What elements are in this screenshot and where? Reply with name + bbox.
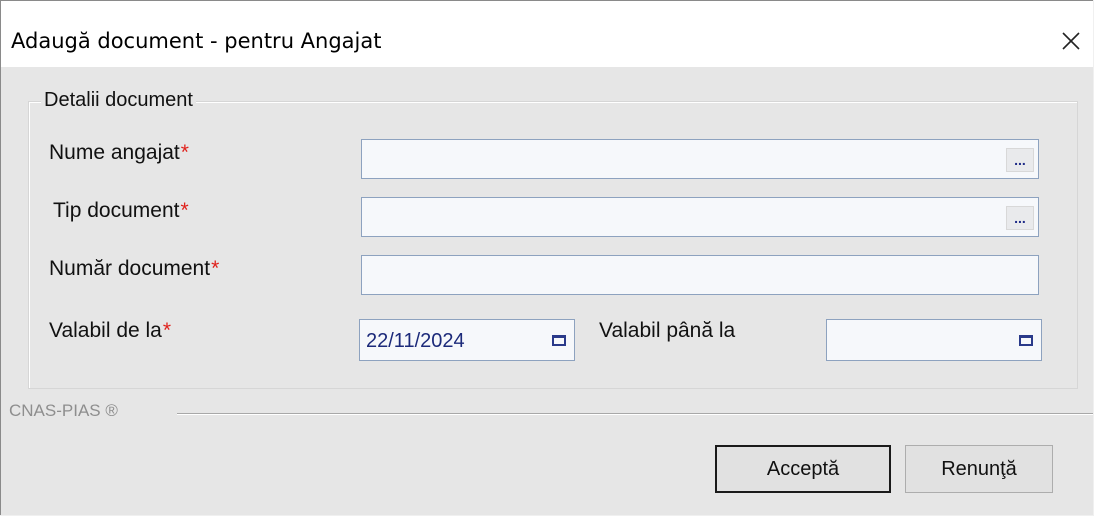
required-marker: * (162, 319, 172, 342)
footer-divider (177, 413, 1093, 414)
calendar-icon[interactable] (1017, 332, 1033, 346)
employee-lookup-button[interactable]: ... (1006, 148, 1034, 172)
calendar-icon[interactable] (550, 332, 566, 346)
window-title: Adaugă document - pentru Angajat (11, 29, 382, 53)
groupbox-legend: Detalii document (41, 89, 196, 112)
document-type-label: Tip document* (53, 199, 189, 223)
document-number-label: Număr document* (49, 257, 219, 281)
valid-from-value: 22/11/2024 (366, 330, 465, 352)
ellipsis-icon: ... (1014, 210, 1026, 226)
valid-until-date-field[interactable] (826, 319, 1042, 361)
required-marker: * (211, 257, 220, 280)
document-type-lookup-button[interactable]: ... (1006, 206, 1034, 230)
valid-from-label: Valabil de la* (49, 319, 171, 343)
document-type-field[interactable]: ... (361, 197, 1039, 237)
document-type-label-text: Tip document (53, 199, 180, 222)
employee-name-field[interactable]: ... (361, 139, 1039, 179)
required-marker: * (180, 141, 189, 164)
valid-from-label-text: Valabil de la (49, 319, 162, 342)
document-number-label-text: Număr document (49, 257, 211, 280)
brand-label: CNAS-PIAS ® (9, 401, 118, 420)
valid-from-date-field[interactable]: 22/11/2024 (359, 319, 575, 361)
ellipsis-icon: ... (1014, 152, 1026, 168)
employee-name-label-text: Nume angajat (49, 141, 180, 164)
dialog-window: Adaugă document - pentru Angajat Detalii… (0, 0, 1093, 515)
required-marker: * (180, 199, 189, 222)
title-bar: Adaugă document - pentru Angajat (1, 1, 1093, 67)
accept-button[interactable]: Acceptă (715, 445, 891, 493)
document-number-field[interactable] (361, 255, 1039, 295)
close-button[interactable] (1049, 21, 1093, 61)
employee-name-label: Nume angajat* (49, 141, 189, 165)
valid-until-label: Valabil până la (599, 319, 736, 342)
cancel-button[interactable]: Renunţă (905, 445, 1053, 493)
dialog-body: Detalii document Nume angajat* ... Tip d… (1, 67, 1093, 515)
close-icon (1062, 32, 1080, 50)
